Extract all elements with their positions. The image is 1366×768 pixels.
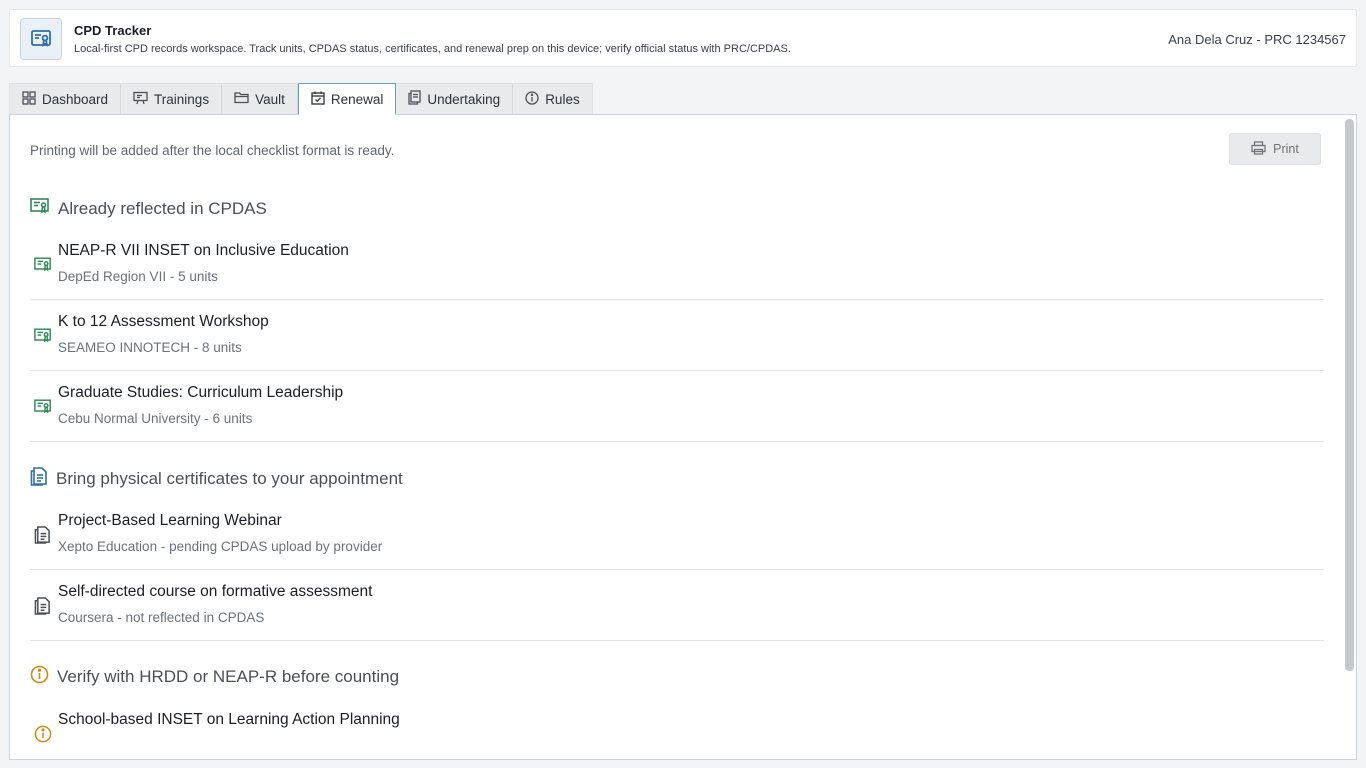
- section-heading-physical: Bring physical certificates to your appo…: [30, 467, 403, 491]
- certificate-icon: [20, 18, 62, 60]
- tab-label: Renewal: [330, 91, 384, 107]
- list-item: K to 12 Assessment Workshop SEAMEO INNOT…: [30, 300, 1324, 371]
- section-heading-verify: Verify with HRDD or NEAP-R before counti…: [30, 665, 399, 689]
- grid-icon: [22, 90, 36, 108]
- document-icon: [30, 467, 48, 491]
- print-button[interactable]: Print: [1229, 133, 1321, 165]
- section-heading-label: Already reflected in CPDAS: [58, 198, 267, 218]
- print-label: Print: [1273, 142, 1299, 156]
- printer-icon: [1251, 140, 1266, 158]
- list-item: Graduate Studies: Curriculum Leadership …: [30, 371, 1324, 442]
- tab-label: Dashboard: [42, 91, 109, 107]
- list-item: School-based INSET on Learning Action Pl…: [30, 698, 1324, 759]
- tab-label: Rules: [545, 91, 580, 107]
- list-item: NEAP-R VII INSET on Inclusive Education …: [30, 229, 1324, 300]
- item-subtitle: Xepto Education - pending CPDAS upload b…: [58, 539, 383, 554]
- info-circle-icon: [30, 665, 49, 689]
- item-title: Project-Based Learning Webinar: [58, 512, 282, 529]
- document-icon: [34, 526, 51, 549]
- info-icon: [525, 90, 539, 108]
- tab-trainings[interactable]: Trainings: [121, 84, 223, 114]
- folder-icon: [234, 91, 249, 107]
- item-title: NEAP-R VII INSET on Inclusive Education: [58, 242, 349, 259]
- item-title: Graduate Studies: Curriculum Leadership: [58, 384, 344, 401]
- item-subtitle: SEAMEO INNOTECH - 8 units: [58, 340, 242, 355]
- app-header: CPD Tracker Local-first CPD records work…: [9, 9, 1357, 67]
- document-icon: [34, 597, 51, 620]
- info-circle-icon: [34, 725, 52, 748]
- item-title: Self-directed course on formative assess…: [58, 583, 373, 600]
- certificate-check-icon: [34, 398, 52, 420]
- list-item: Self-directed course on formative assess…: [30, 570, 1324, 641]
- vertical-scrollbar[interactable]: [1345, 119, 1354, 671]
- section-heading-cpdas: Already reflected in CPDAS: [30, 197, 267, 220]
- renewal-panel: Printing will be added after the local c…: [9, 114, 1357, 760]
- item-subtitle: Coursera - not reflected in CPDAS: [58, 610, 265, 625]
- tab-label: Vault: [255, 91, 285, 107]
- presentation-icon: [133, 91, 148, 108]
- calendar-check-icon: [311, 91, 325, 108]
- list-item: Project-Based Learning Webinar Xepto Edu…: [30, 499, 1324, 570]
- user-info: Ana Dela Cruz - PRC 1234567: [1168, 32, 1346, 47]
- tab-label: Trainings: [154, 91, 210, 107]
- app-subtitle: Local-first CPD records workspace. Track…: [74, 43, 791, 55]
- item-title: K to 12 Assessment Workshop: [58, 313, 269, 330]
- certificate-check-icon: [34, 256, 52, 278]
- tab-label: Undertaking: [427, 91, 501, 107]
- section-heading-label: Bring physical certificates to your appo…: [56, 469, 403, 488]
- tab-rules[interactable]: Rules: [513, 84, 592, 114]
- item-subtitle: Cebu Normal University - 6 units: [58, 411, 253, 426]
- documents-icon: [408, 90, 422, 108]
- tab-renewal[interactable]: Renewal: [297, 83, 397, 115]
- item-title: School-based INSET on Learning Action Pl…: [58, 711, 400, 728]
- certificate-check-icon: [30, 197, 50, 220]
- print-note: Printing will be added after the local c…: [30, 143, 395, 158]
- tab-dashboard[interactable]: Dashboard: [10, 84, 122, 114]
- section-heading-label: Verify with HRDD or NEAP-R before counti…: [57, 667, 400, 686]
- item-subtitle: DepEd Region VII - 5 units: [58, 269, 218, 284]
- tab-vault[interactable]: Vault: [222, 84, 298, 114]
- tab-undertaking[interactable]: Undertaking: [396, 84, 514, 114]
- app-title: CPD Tracker: [74, 23, 152, 38]
- certificate-check-icon: [34, 327, 52, 349]
- main-tabs: Dashboard Trainings Vault Renewal Undert…: [9, 83, 593, 115]
